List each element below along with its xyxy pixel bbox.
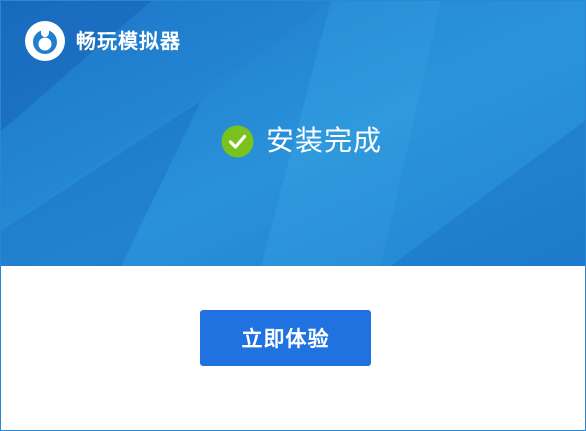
brand: 畅玩模拟器 — [24, 20, 181, 62]
cloud-play-logo-icon — [25, 21, 65, 61]
install-status: 安装完成 — [221, 123, 382, 159]
brand-name: 畅玩模拟器 — [76, 29, 181, 53]
installer-window: 畅玩模拟器 安装完成 立即体验 — [0, 0, 586, 431]
start-now-button[interactable]: 立即体验 — [200, 310, 371, 366]
status-text: 安装完成 — [266, 124, 383, 157]
check-circle-icon — [221, 125, 254, 157]
hero-banner: 畅玩模拟器 安装完成 — [1, 1, 585, 266]
